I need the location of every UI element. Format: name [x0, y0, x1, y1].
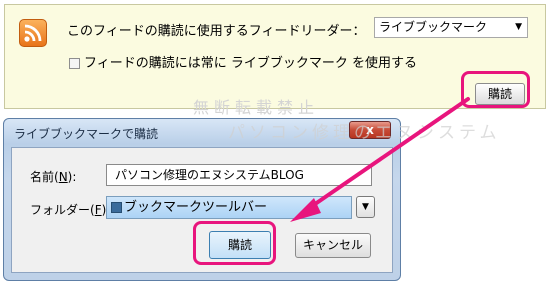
always-use-label: フィードの購読には常に ライブブックマーク を使用する: [84, 56, 418, 71]
feed-reader-value: ライブブックマーク: [379, 20, 488, 34]
feed-reader-select[interactable]: ライブブックマーク ▼: [374, 17, 528, 38]
watermark-secondary: パソコン修理のエヌシステム: [228, 123, 501, 143]
dialog-title: ライブブックマークで購読: [14, 127, 159, 141]
checkbox-icon[interactable]: [69, 58, 80, 69]
folder-label: フォルダー(F):: [30, 203, 110, 217]
name-input[interactable]: パソコン修理のエヌシステムBLOG: [106, 164, 372, 186]
folder-icon: [111, 202, 122, 213]
cancel-button[interactable]: キャンセル: [295, 233, 371, 258]
dropdown-arrow-icon: ▼: [515, 22, 522, 32]
folder-select[interactable]: ブックマークツールバー: [106, 196, 352, 219]
always-use-option[interactable]: フィードの購読には常に ライブブックマーク を使用する: [69, 52, 417, 71]
rss-feed-icon: [19, 19, 47, 47]
dialog-subscribe-highlight: [193, 221, 276, 265]
folder-value: ブックマークツールバー: [124, 200, 268, 215]
subscribe-button-highlight: [461, 71, 530, 108]
watermark: 無断転載禁止: [193, 98, 320, 117]
feed-reader-label: このフィードの購読に使用するフィードリーダー：: [67, 24, 366, 39]
name-label: 名前(N):: [30, 170, 77, 184]
expand-icon[interactable]: ▼: [356, 196, 375, 218]
